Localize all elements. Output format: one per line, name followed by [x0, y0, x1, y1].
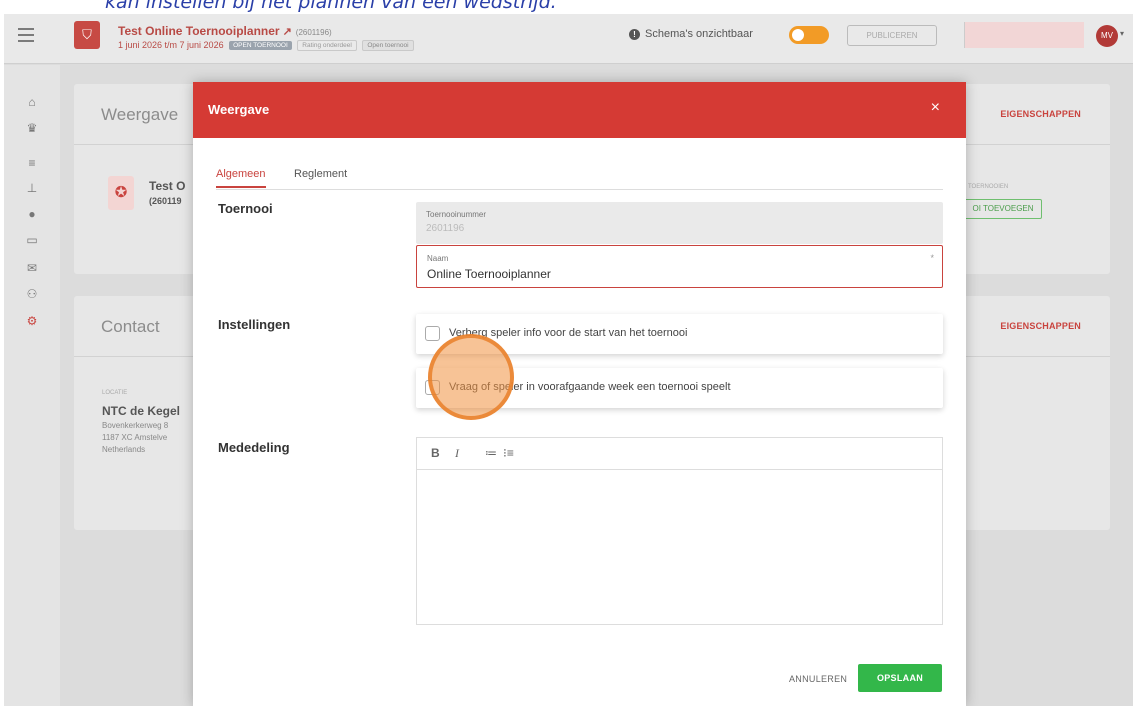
address-line: Netherlands	[102, 445, 146, 454]
people-icon[interactable]: ⚇	[24, 287, 40, 301]
status-badge-open: OPEN TOERNOOI	[229, 41, 292, 50]
external-link-icon[interactable]: ↗	[283, 26, 292, 38]
info-icon: !	[629, 29, 640, 40]
bold-icon[interactable]: B	[431, 446, 440, 460]
home-icon[interactable]: ⌂	[24, 95, 40, 109]
save-button[interactable]: OPSLAAN	[858, 664, 942, 692]
section-mededeling: Mededeling	[218, 440, 290, 455]
mededeling-editor: B I ≔ ⁝≡	[416, 437, 943, 625]
sidebar: ⌂ ♛ ≡ ⊥ ● ▭ ✉ ⚇ ⚙	[4, 65, 60, 706]
ball-icon[interactable]: ●	[24, 207, 40, 221]
dialog-title: Weergave	[208, 102, 270, 117]
tree-icon[interactable]: ⊥	[24, 181, 40, 195]
checkbox[interactable]	[425, 326, 440, 341]
mail-icon[interactable]: ✉	[24, 261, 40, 275]
tab-algemeen[interactable]: Algemeen	[216, 168, 266, 188]
caption-strip: kan instellen bij het plannen van een we…	[0, 0, 1137, 14]
trophy-icon[interactable]: ♛	[24, 121, 40, 135]
bullet-list-icon[interactable]: ≔	[485, 446, 497, 460]
address-line: 1187 XC Amstelve	[102, 433, 168, 442]
setting-hide-player-info[interactable]: Verberg speler info voor de start van he…	[416, 314, 943, 354]
numbered-list-icon[interactable]: ⁝≡	[503, 446, 514, 460]
checkbox-label[interactable]: Vraag of speler in voorafgaande week een…	[449, 381, 731, 393]
toernooi-toevoegen-button[interactable]: OI TOEVOEGEN	[964, 199, 1042, 219]
schema-visibility-toggle[interactable]	[789, 26, 829, 44]
checkbox[interactable]	[425, 380, 440, 395]
section-instellingen: Instellingen	[218, 317, 291, 332]
toernooien-label: TOERNOOIEN	[968, 184, 1009, 190]
tournament-number-field: Toernooinummer 2601196	[416, 202, 943, 244]
dates-text: 1 juni 2026 t/m 7 juni 2026	[118, 40, 224, 50]
tournament-title[interactable]: Test Online Toernooiplanner ↗ (2601196)	[118, 24, 332, 38]
shield-logo-icon: ⛉	[74, 21, 100, 49]
editor-toolbar: B I ≔ ⁝≡	[417, 438, 942, 470]
top-bar: ⛉ Test Online Toernooiplanner ↗ (2601196) …	[4, 14, 1133, 64]
publish-button[interactable]: PUBLICEREN	[847, 25, 937, 46]
setting-ask-previous-week[interactable]: Vraag of speler in voorafgaande week een…	[416, 368, 943, 408]
tournament-title-text: Test Online Toernooiplanner	[118, 24, 280, 38]
blurred-header-area	[964, 22, 1084, 48]
locatie-label: LOCATIE	[102, 390, 128, 396]
close-icon[interactable]: ×	[931, 99, 940, 117]
name-field[interactable]: Naam Online Toernooiplanner *	[416, 245, 943, 288]
schema-status: ! Schema's onzichtbaar	[629, 28, 753, 40]
italic-icon[interactable]: I	[455, 446, 459, 461]
status-badge-rating: Rating onderdeel	[297, 40, 357, 51]
contact-card-title: Contact	[101, 317, 160, 336]
chevron-down-icon[interactable]: ▾	[1120, 29, 1124, 38]
tournament-id-partial: (260119	[149, 196, 182, 206]
address-line: Bovenkerkerweg 8	[102, 421, 169, 430]
settings-icon[interactable]: ⚙	[24, 314, 40, 328]
tournament-id: (2601196)	[295, 28, 332, 37]
name-value[interactable]: Online Toernooiplanner	[427, 267, 551, 281]
status-badge-type: Open toernooi	[362, 40, 414, 51]
checkbox-label[interactable]: Verberg speler info voor de start van he…	[449, 327, 687, 339]
tournament-number-label: Toernooinummer	[426, 210, 487, 219]
medal-icon: ✪	[108, 176, 134, 210]
menu-icon[interactable]	[18, 28, 34, 42]
section-toernooi: Toernooi	[218, 201, 273, 216]
dialog-header: Weergave ×	[193, 82, 966, 138]
monitor-icon[interactable]: ▭	[24, 233, 40, 247]
tournament-number-value: 2601196	[426, 223, 465, 234]
dialog-tabs: Algemeen Reglement	[216, 168, 943, 190]
tournament-dates: 1 juni 2026 t/m 7 juni 2026 OPEN TOERNOO…	[118, 40, 414, 51]
name-label: Naam	[427, 254, 449, 263]
location-name: NTC de Kegel	[102, 404, 181, 418]
cancel-button[interactable]: ANNULEREN	[789, 674, 847, 684]
avatar[interactable]: MV	[1096, 25, 1118, 47]
weergave-eigenschappen-link[interactable]: EIGENSCHAPPEN	[1000, 109, 1081, 119]
weergave-card-title: Weergave	[101, 105, 179, 124]
caption-text: kan instellen bij het plannen van een we…	[105, 0, 557, 13]
contact-eigenschappen-link[interactable]: EIGENSCHAPPEN	[1000, 321, 1081, 331]
schema-status-text: Schema's onzichtbaar	[645, 28, 753, 40]
weergave-dialog: Weergave × Algemeen Reglement Toernooi T…	[193, 82, 966, 706]
tab-reglement[interactable]: Reglement	[294, 168, 347, 180]
tournament-name-partial: Test O	[149, 179, 186, 193]
list-icon[interactable]: ≡	[24, 156, 40, 170]
editor-text-area[interactable]	[417, 471, 942, 624]
required-marker: *	[930, 253, 934, 263]
